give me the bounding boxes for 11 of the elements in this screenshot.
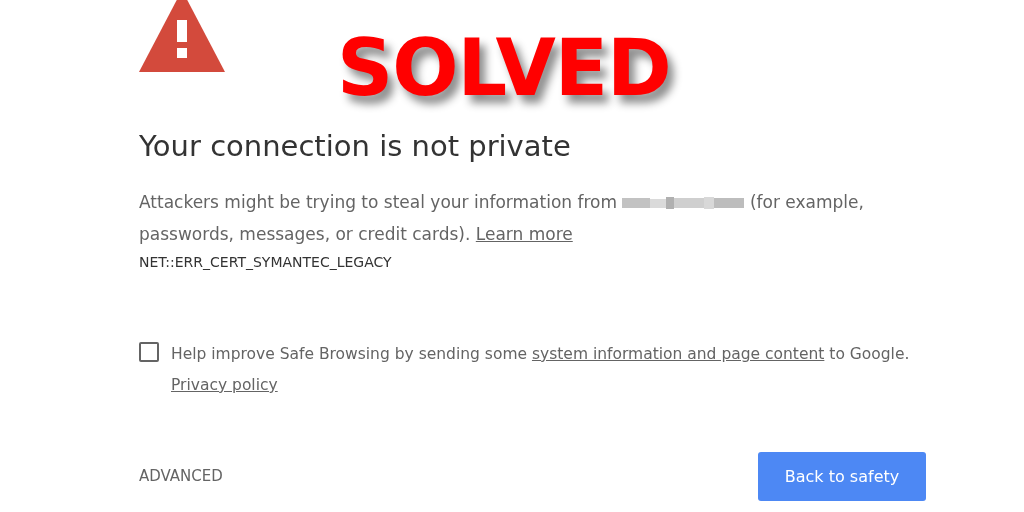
- privacy-policy-link[interactable]: Privacy policy: [171, 370, 278, 401]
- warning-message: Attackers might be trying to steal your information from (for example, passwords, messages, or credit cards). Learn more: [139, 191, 865, 246]
- advanced-button[interactable]: ADVANCED: [139, 459, 223, 494]
- system-information-link[interactable]: system information and page content: [531, 345, 825, 363]
- error-code: NET::ERR_CERT_SYMANTEC_LEGACY: [139, 253, 393, 272]
- solved-title: SOLVED: [337, 26, 671, 110]
- safe-browsing-checkbox[interactable]: [139, 342, 159, 362]
- back-to-safety-button[interactable]: Back to safety: [758, 452, 926, 501]
- learn-more-link[interactable]: Learn more: [475, 224, 573, 244]
- safe-browsing-text: Help improve Safe Browsing by sending some system information and page content to Google.: [171, 344, 910, 365]
- page-heading: Your connection is not private: [139, 128, 572, 165]
